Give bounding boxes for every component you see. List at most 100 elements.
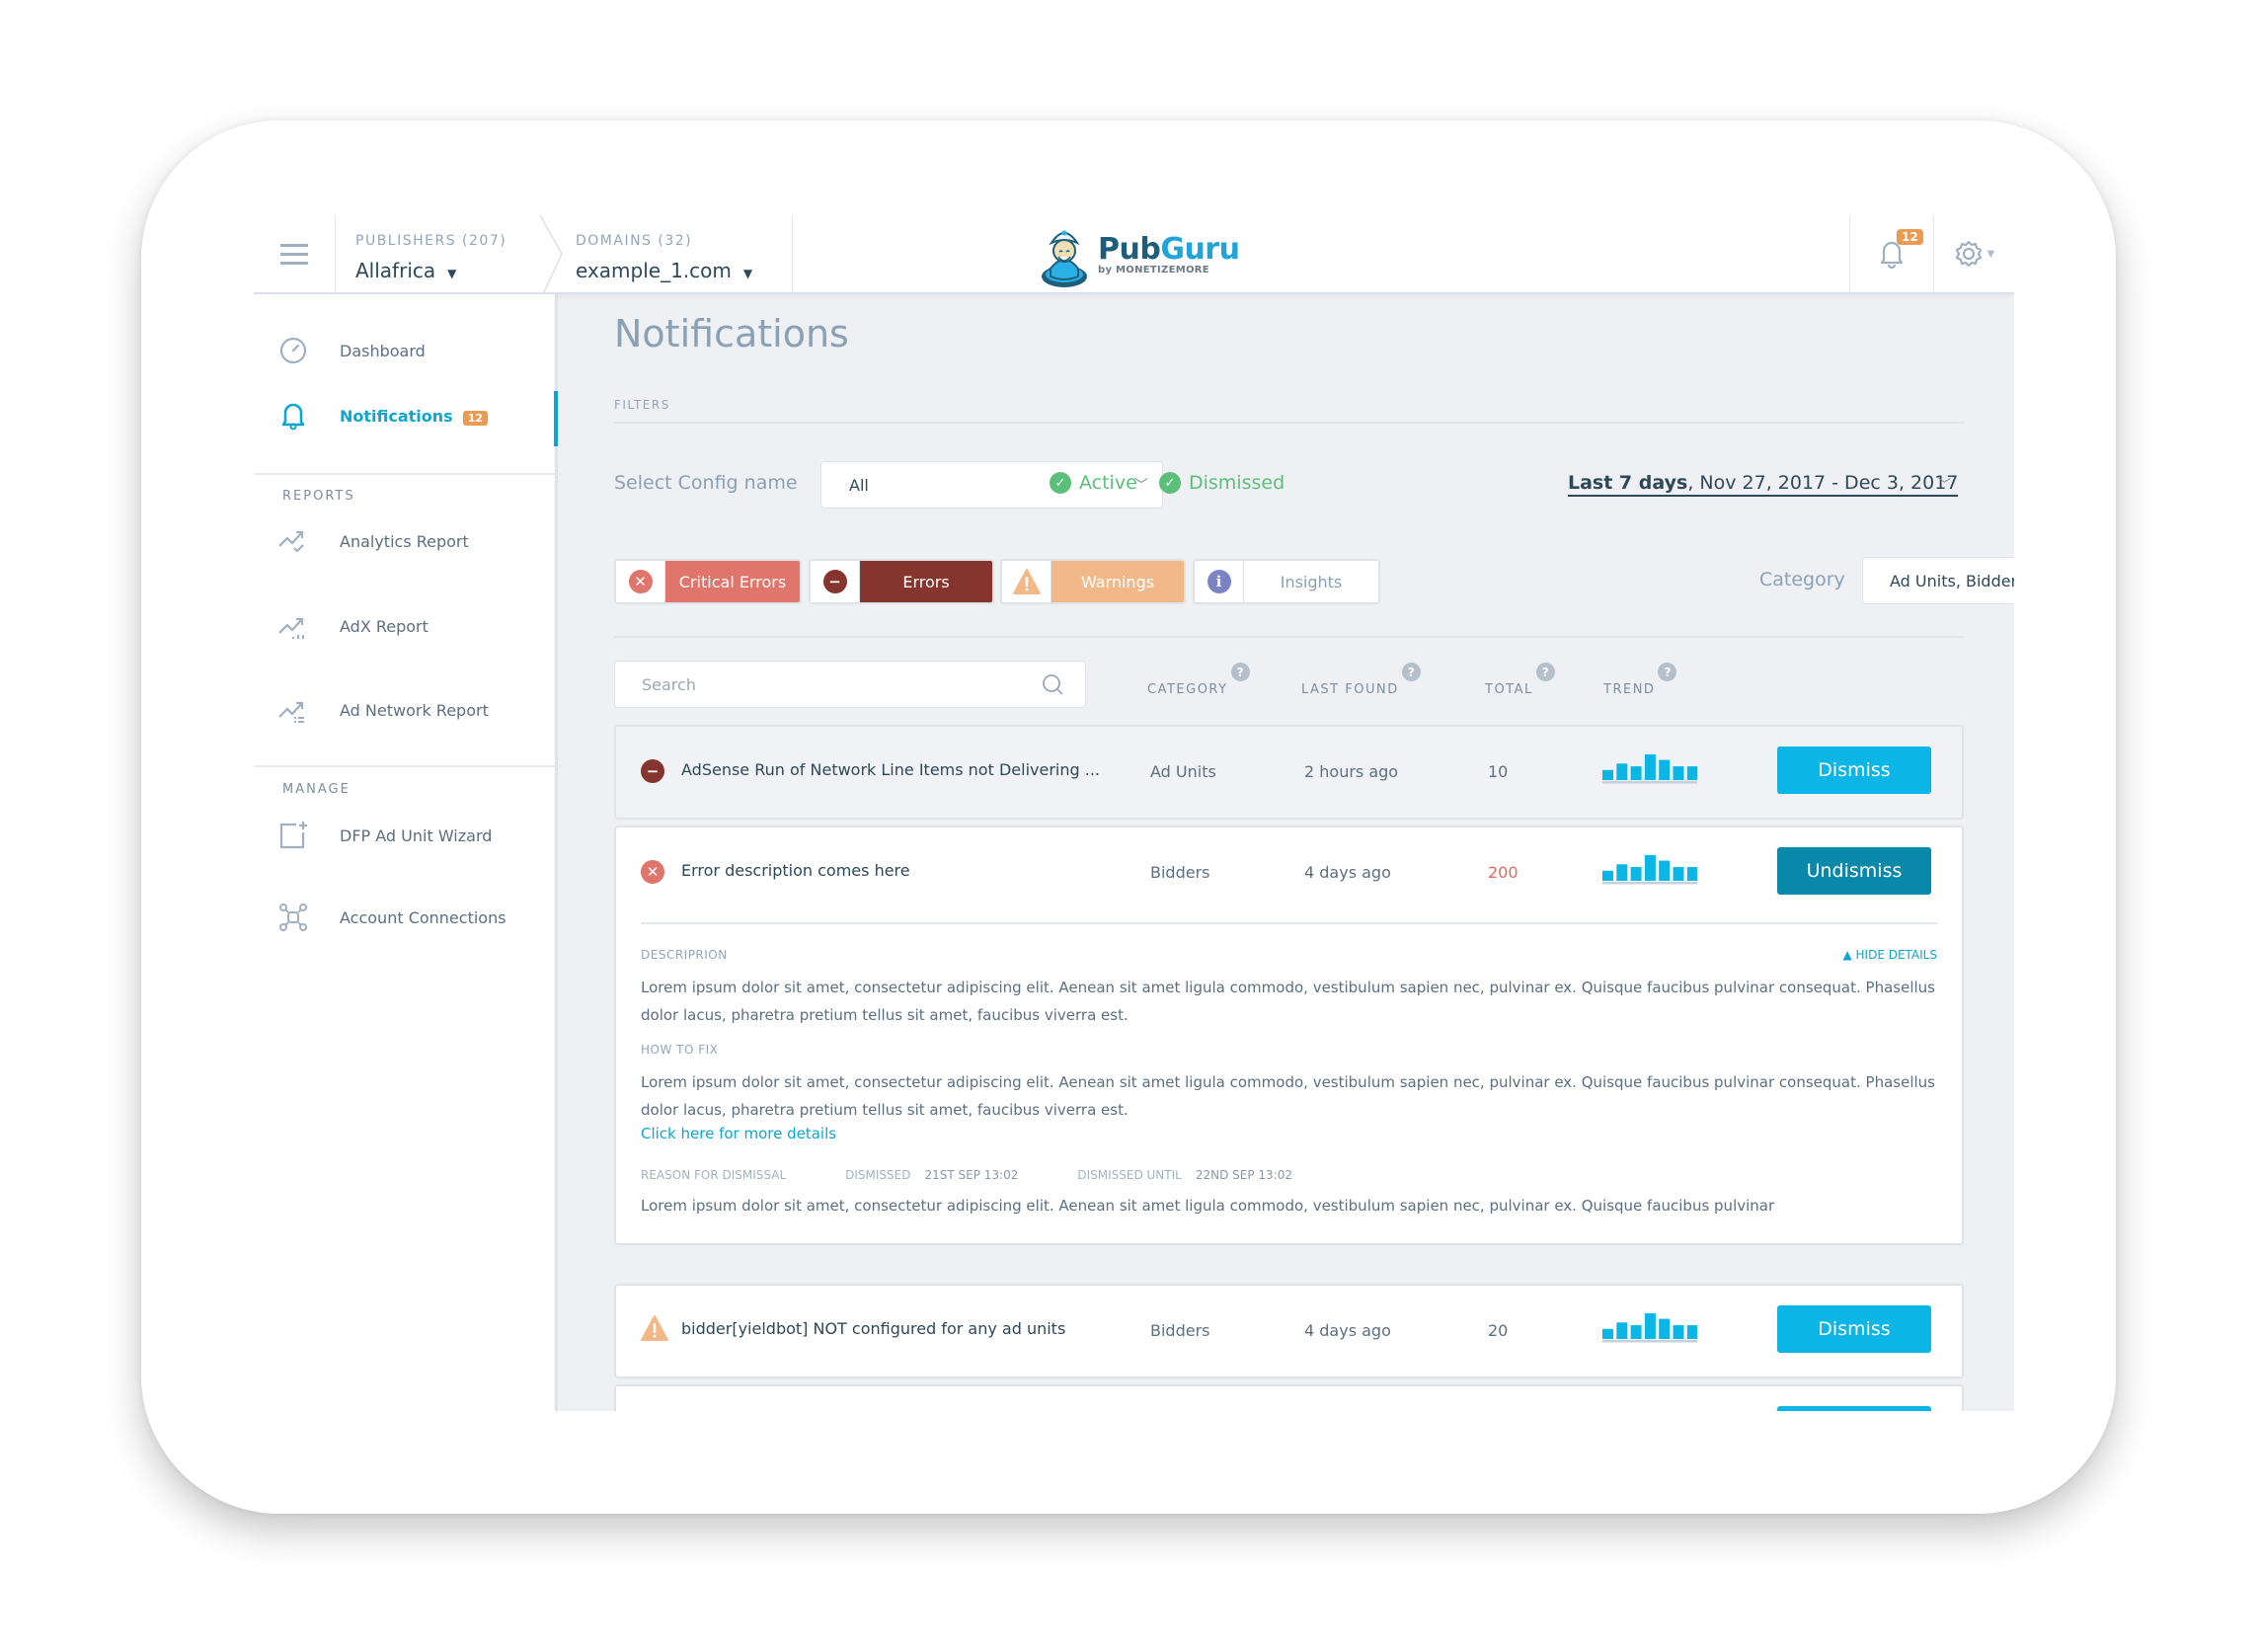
gauge-icon bbox=[278, 336, 308, 365]
trend-sparkline bbox=[1602, 754, 1697, 784]
sidebar-item-adx-report[interactable]: AdX Report bbox=[254, 601, 555, 651]
filters-bottom-divider bbox=[614, 636, 1964, 638]
sidebar-divider bbox=[254, 473, 555, 475]
trend-bar bbox=[1686, 766, 1697, 780]
notification-category: Ad Units bbox=[1150, 762, 1216, 781]
dismissed-value: 21ST SEP 13:02 bbox=[924, 1168, 1019, 1182]
sidebar-section-manage: MANAGE bbox=[282, 782, 350, 797]
settings-button[interactable]: ▼ bbox=[1934, 215, 2014, 292]
help-icon[interactable]: ? bbox=[1230, 663, 1250, 681]
trend-bar bbox=[1673, 867, 1684, 881]
warnings-label: Warnings bbox=[1051, 561, 1184, 602]
trend-bar bbox=[1659, 860, 1671, 881]
column-header-last-found[interactable]: LAST FOUND? bbox=[1301, 663, 1421, 697]
notification-row-expanded[interactable]: ✕ Error description comes here Bidders 4… bbox=[614, 826, 1964, 1245]
insights-label: Insights bbox=[1280, 572, 1343, 591]
warnings-filter[interactable]: Warnings bbox=[1000, 559, 1186, 604]
active-filter-toggle[interactable]: ✓ Active bbox=[1050, 472, 1137, 494]
sidebar-section-reports: REPORTS bbox=[282, 489, 355, 504]
dismissed-filter-toggle[interactable]: ✓ Dismissed bbox=[1159, 472, 1285, 494]
sidebar-item-dfp-ad-unit-wizard[interactable]: DFP Ad Unit Wizard bbox=[254, 811, 555, 860]
notification-row[interactable]: bidder[yieldbot] NOT configured for any … bbox=[614, 1284, 1964, 1378]
dismiss-button[interactable] bbox=[1777, 1406, 1931, 1411]
column-header-category[interactable]: CATEGORY? bbox=[1147, 663, 1250, 697]
hide-details-link[interactable]: ▲ HIDE DETAILS bbox=[1842, 948, 1937, 962]
publisher-selector[interactable]: PUBLISHERS (207) Allafrica ▼ bbox=[337, 225, 534, 302]
trend-bar bbox=[1686, 1325, 1697, 1339]
logo-wordmark: PubGuru bbox=[1098, 231, 1240, 267]
notification-category: Bidders bbox=[1150, 863, 1210, 882]
sidebar-item-label: DFP Ad Unit Wizard bbox=[340, 826, 493, 845]
sidebar-item-ad-network-report[interactable]: Ad Network Report bbox=[254, 685, 555, 735]
column-header-label: CATEGORY bbox=[1147, 682, 1228, 697]
add-square-icon bbox=[278, 821, 308, 850]
help-icon[interactable]: ? bbox=[1535, 663, 1555, 681]
chevron-down-icon[interactable]: ﹀ bbox=[1938, 474, 1951, 493]
trend-bar bbox=[1686, 867, 1697, 881]
warning-triangle-icon bbox=[641, 1315, 668, 1345]
gear-icon bbox=[1955, 240, 1982, 268]
notification-total: 200 bbox=[1488, 863, 1518, 882]
errors-label: Errors bbox=[860, 561, 992, 602]
notification-title: AdSense Run of Network Line Items not De… bbox=[681, 760, 1100, 779]
search-icon[interactable] bbox=[1042, 673, 1065, 697]
how-to-fix-label: HOW TO FIX bbox=[641, 1043, 719, 1057]
more-details-link[interactable]: Click here for more details bbox=[641, 1125, 836, 1142]
notification-last-found: 2 hours ago bbox=[1304, 762, 1399, 781]
sidebar-item-account-connections[interactable]: Account Connections bbox=[254, 893, 555, 942]
trend-baseline bbox=[1602, 781, 1697, 784]
trend-bars-icon bbox=[278, 611, 308, 641]
trend-bar bbox=[1630, 1325, 1642, 1339]
category-select[interactable]: Ad Units, Bidders, DFP, Others ﹀ bbox=[1862, 557, 2014, 604]
notifications-button[interactable]: 12 bbox=[1849, 215, 1934, 292]
dismissal-reason-text: Lorem ipsum dolor sit amet, consectetur … bbox=[641, 1197, 1775, 1215]
sidebar-item-analytics-report[interactable]: Analytics Report bbox=[254, 516, 555, 566]
dismiss-button[interactable]: Dismiss bbox=[1777, 1305, 1931, 1353]
domain-label: DOMAINS (32) bbox=[576, 233, 693, 249]
date-range-picker[interactable]: Last 7 days, Nov 27, 2017 - Dec 3, 2017 bbox=[1568, 472, 1959, 497]
insights-filter[interactable]: i Insights bbox=[1193, 559, 1380, 604]
notification-title: Error description comes here bbox=[681, 861, 910, 880]
publisher-value: Allafrica bbox=[355, 259, 436, 282]
check-circle-icon: ✓ bbox=[1050, 472, 1071, 494]
network-icon bbox=[278, 903, 308, 932]
trend-bar bbox=[1644, 1313, 1656, 1339]
trend-bar bbox=[1644, 855, 1656, 881]
search-input[interactable] bbox=[642, 674, 1017, 694]
column-header-total[interactable]: TOTAL? bbox=[1485, 663, 1555, 697]
column-header-label: LAST FOUND bbox=[1301, 682, 1399, 697]
domain-selector[interactable]: DOMAINS (32) example_1.com ▼ bbox=[557, 225, 774, 302]
sidebar-item-dashboard[interactable]: Dashboard bbox=[254, 326, 555, 375]
x-circle-icon: ✕ bbox=[641, 860, 664, 884]
notification-row[interactable]: − AdSense Run of Network Line Items not … bbox=[614, 725, 1964, 820]
critical-errors-filter[interactable]: ✕ Critical Errors bbox=[614, 559, 802, 604]
undismiss-button[interactable]: Undismiss bbox=[1777, 847, 1931, 895]
description-label: DESCRIPRION bbox=[641, 948, 728, 962]
date-preset: Last 7 days bbox=[1568, 472, 1688, 494]
description-text: Lorem ipsum dolor sit amet, consectetur … bbox=[641, 979, 1935, 1024]
help-icon[interactable]: ? bbox=[1658, 663, 1677, 681]
sidebar-item-label: Notifications bbox=[340, 406, 453, 426]
pubguru-logo[interactable]: PubGuru by MONETIZEMORE bbox=[1039, 219, 1246, 290]
trend-check-icon bbox=[278, 526, 308, 556]
errors-filter[interactable]: − Errors bbox=[809, 559, 994, 604]
minus-circle-icon: − bbox=[822, 570, 847, 593]
hide-details-label: HIDE DETAILS bbox=[1855, 948, 1937, 962]
menu-button[interactable] bbox=[254, 215, 336, 292]
trend-bar bbox=[1644, 754, 1656, 780]
trend-bar bbox=[1602, 870, 1613, 881]
dismiss-button[interactable]: Dismiss bbox=[1777, 747, 1931, 794]
top-header: PUBLISHERS (207) Allafrica ▼ DOMAINS (32)… bbox=[254, 215, 2014, 294]
header-divider bbox=[792, 215, 793, 292]
trend-bar bbox=[1673, 766, 1684, 780]
notification-row[interactable] bbox=[614, 1384, 1964, 1411]
sidebar-item-notifications[interactable]: Notifications 12 bbox=[254, 391, 558, 446]
notifications-badge: 12 bbox=[462, 410, 489, 426]
trend-baseline bbox=[1602, 882, 1697, 885]
column-header-trend[interactable]: TREND? bbox=[1603, 663, 1677, 697]
filters-divider bbox=[614, 422, 1964, 424]
column-header-label: TREND bbox=[1603, 682, 1656, 697]
help-icon[interactable]: ? bbox=[1401, 663, 1421, 681]
dismissed-until-label: DISMISSED UNTIL bbox=[1077, 1168, 1182, 1182]
dismissed-until-meta: DISMISSED UNTIL 22ND SEP 13:02 bbox=[1077, 1168, 1292, 1182]
